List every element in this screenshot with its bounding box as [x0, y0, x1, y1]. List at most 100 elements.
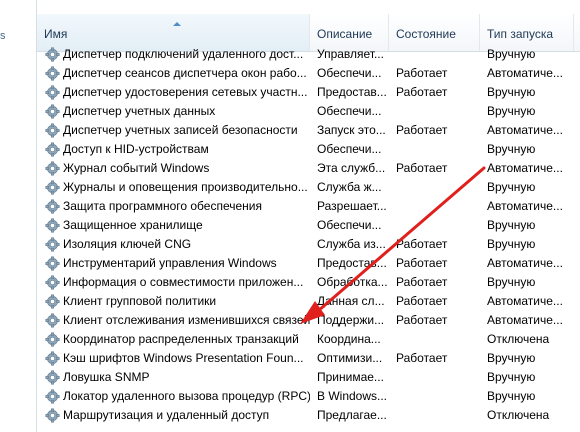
service-logon-as: Л [574, 197, 580, 216]
service-logon-as: Л [574, 368, 580, 387]
service-status: Работает [389, 235, 480, 254]
service-row[interactable]: Изоляция ключей CNG Служба из... Работает В… [37, 235, 580, 254]
service-name: Журналы и оповещения производительно... [37, 178, 310, 197]
service-row[interactable]: Ловушка SNMP Принимае... Вручную Л [37, 368, 580, 387]
service-row[interactable]: Диспетчер учетных данных Обеспечи... Вручн… [37, 102, 580, 121]
service-description: Координа... [310, 330, 389, 349]
service-status: Работает [389, 83, 480, 102]
service-startup-type-text: Автоматиче... [487, 256, 563, 270]
service-row[interactable]: Доступ к HID-устройствам Обеспечи... Вручн… [37, 140, 580, 159]
service-row[interactable]: Диспетчер учетных записей безопасности За… [37, 121, 580, 140]
service-description: Обеспечи... [310, 102, 389, 121]
service-row[interactable]: Клиент групповой политики Данная сл... Раб… [37, 292, 580, 311]
service-status-text: Работает [396, 161, 448, 175]
service-rows: Диспетчер подключений удаленного дост...… [37, 45, 580, 425]
service-startup-type: Вручную [480, 235, 574, 254]
service-gear-icon [45, 351, 60, 366]
service-description-text: Обеспечи... [317, 66, 382, 80]
service-name-text: Защищенное хранилище [63, 218, 203, 232]
service-name: Диспетчер сеансов диспетчера окон рабо..… [37, 64, 310, 83]
service-status [389, 216, 480, 235]
service-name: Защита программного обеспечения [37, 197, 310, 216]
service-name: Доступ к HID-устройствам [37, 140, 310, 159]
service-startup-type: Вручную [480, 102, 574, 121]
service-name: Диспетчер удостоверения сетевых участн..… [37, 83, 310, 102]
service-description: Разрешает... [310, 197, 389, 216]
service-name: Клиент отслеживания изменившихся связей [37, 311, 310, 330]
service-logon-as: Л [574, 406, 580, 425]
service-status: Работает [389, 254, 480, 273]
service-row[interactable]: Инструментарий управления Windows Предост… [37, 254, 580, 273]
service-row[interactable]: Клиент отслеживания изменившихся связей П… [37, 311, 580, 330]
service-row[interactable]: Журналы и оповещения производительно... С… [37, 178, 580, 197]
service-status [389, 406, 480, 425]
service-name: Изоляция ключей CNG [37, 235, 310, 254]
service-name: Защищенное хранилище [37, 216, 310, 235]
service-startup-type: Вручную [480, 216, 574, 235]
service-name-text: Клиент групповой политики [63, 294, 217, 308]
service-logon-as: Л [574, 102, 580, 121]
service-status [389, 330, 480, 349]
service-description: Оптимизи... [310, 349, 389, 368]
service-name-text: Журнал событий Windows [63, 161, 210, 175]
service-name: Кэш шрифтов Windows Presentation Foun... [37, 349, 310, 368]
service-status-text: Работает [396, 351, 448, 365]
service-name-text: Маршрутизация и удаленный доступ [63, 408, 270, 422]
service-name: Диспетчер подключений удаленного дост... [37, 45, 310, 64]
service-startup-type: Автоматиче... [480, 64, 574, 83]
service-logon-as: Л [574, 121, 580, 140]
service-startup-type: Вручную [480, 368, 574, 387]
service-gear-icon [45, 85, 60, 100]
service-status [389, 102, 480, 121]
service-description-text: Управляет... [317, 47, 384, 61]
service-status-text: Работает [396, 123, 448, 137]
service-startup-type: Вручную [480, 273, 574, 292]
left-pane-text-fragment: s [0, 30, 6, 42]
service-startup-type-text: Вручную [487, 389, 536, 403]
service-row[interactable]: Информация о совместимости приложен... Об… [37, 273, 580, 292]
service-startup-type-text: Отключена [487, 332, 550, 346]
service-row[interactable]: Маршрутизация и удаленный доступ Предлага… [37, 406, 580, 425]
service-row[interactable]: Кэш шрифтов Windows Presentation Foun...… [37, 349, 580, 368]
service-status [389, 45, 480, 64]
service-description-text: Эта служб... [317, 161, 386, 175]
service-logon-as: Л [574, 235, 580, 254]
service-description-text: Обеспечи... [317, 142, 382, 156]
service-startup-type-text: Автоматиче... [487, 294, 563, 308]
service-row[interactable]: Диспетчер удостоверения сетевых участн..… [37, 83, 580, 102]
service-name-text: Инструментарий управления Windows [63, 256, 277, 270]
service-logon-as: Л [574, 349, 580, 368]
service-row[interactable]: Защита программного обеспечения Разрешает… [37, 197, 580, 216]
service-gear-icon [45, 294, 60, 309]
service-startup-type-text: Вручную [487, 370, 536, 384]
service-description-text: Запуск это... [317, 123, 386, 137]
service-name: Журнал событий Windows [37, 159, 310, 178]
service-description: Обеспечи... [310, 64, 389, 83]
service-row[interactable]: Координатор распределенных транзакций Коо… [37, 330, 580, 349]
service-name-text: Диспетчер сеансов диспетчера окон рабо..… [63, 66, 307, 80]
service-row[interactable]: Журнал событий Windows Эта служб... Работа… [37, 159, 580, 178]
service-logon-as: Л [574, 178, 580, 197]
service-row[interactable]: Защищенное хранилище Обеспечи... Вручную Л [37, 216, 580, 235]
service-startup-type: Автоматиче... [480, 121, 574, 140]
service-startup-type-text: Автоматиче... [487, 66, 563, 80]
service-description: Принимае... [310, 368, 389, 387]
service-description-text: Обеспечи... [317, 218, 382, 232]
service-row[interactable]: Диспетчер подключений удаленного дост...… [37, 45, 580, 64]
column-header-name-label: Имя [44, 27, 68, 41]
service-status: Работает [389, 273, 480, 292]
service-logon-as: Л [574, 330, 580, 349]
service-startup-type-text: Вручную [487, 218, 536, 232]
service-name: Ловушка SNMP [37, 368, 310, 387]
service-startup-type: Автоматиче... [480, 159, 574, 178]
service-status: Работает [389, 159, 480, 178]
service-name-text: Доступ к HID-устройствам [63, 142, 209, 156]
service-status [389, 178, 480, 197]
service-name: Клиент групповой политики [37, 292, 310, 311]
service-description-text: Принимае... [317, 370, 384, 384]
service-row[interactable]: Диспетчер сеансов диспетчера окон рабо..… [37, 64, 580, 83]
service-logon-as: Л [574, 45, 580, 64]
service-startup-type-text: Автоматиче... [487, 123, 563, 137]
service-startup-type: Автоматиче... [480, 311, 574, 330]
service-row[interactable]: Локатор удаленного вызова процедур (RPC)… [37, 387, 580, 406]
